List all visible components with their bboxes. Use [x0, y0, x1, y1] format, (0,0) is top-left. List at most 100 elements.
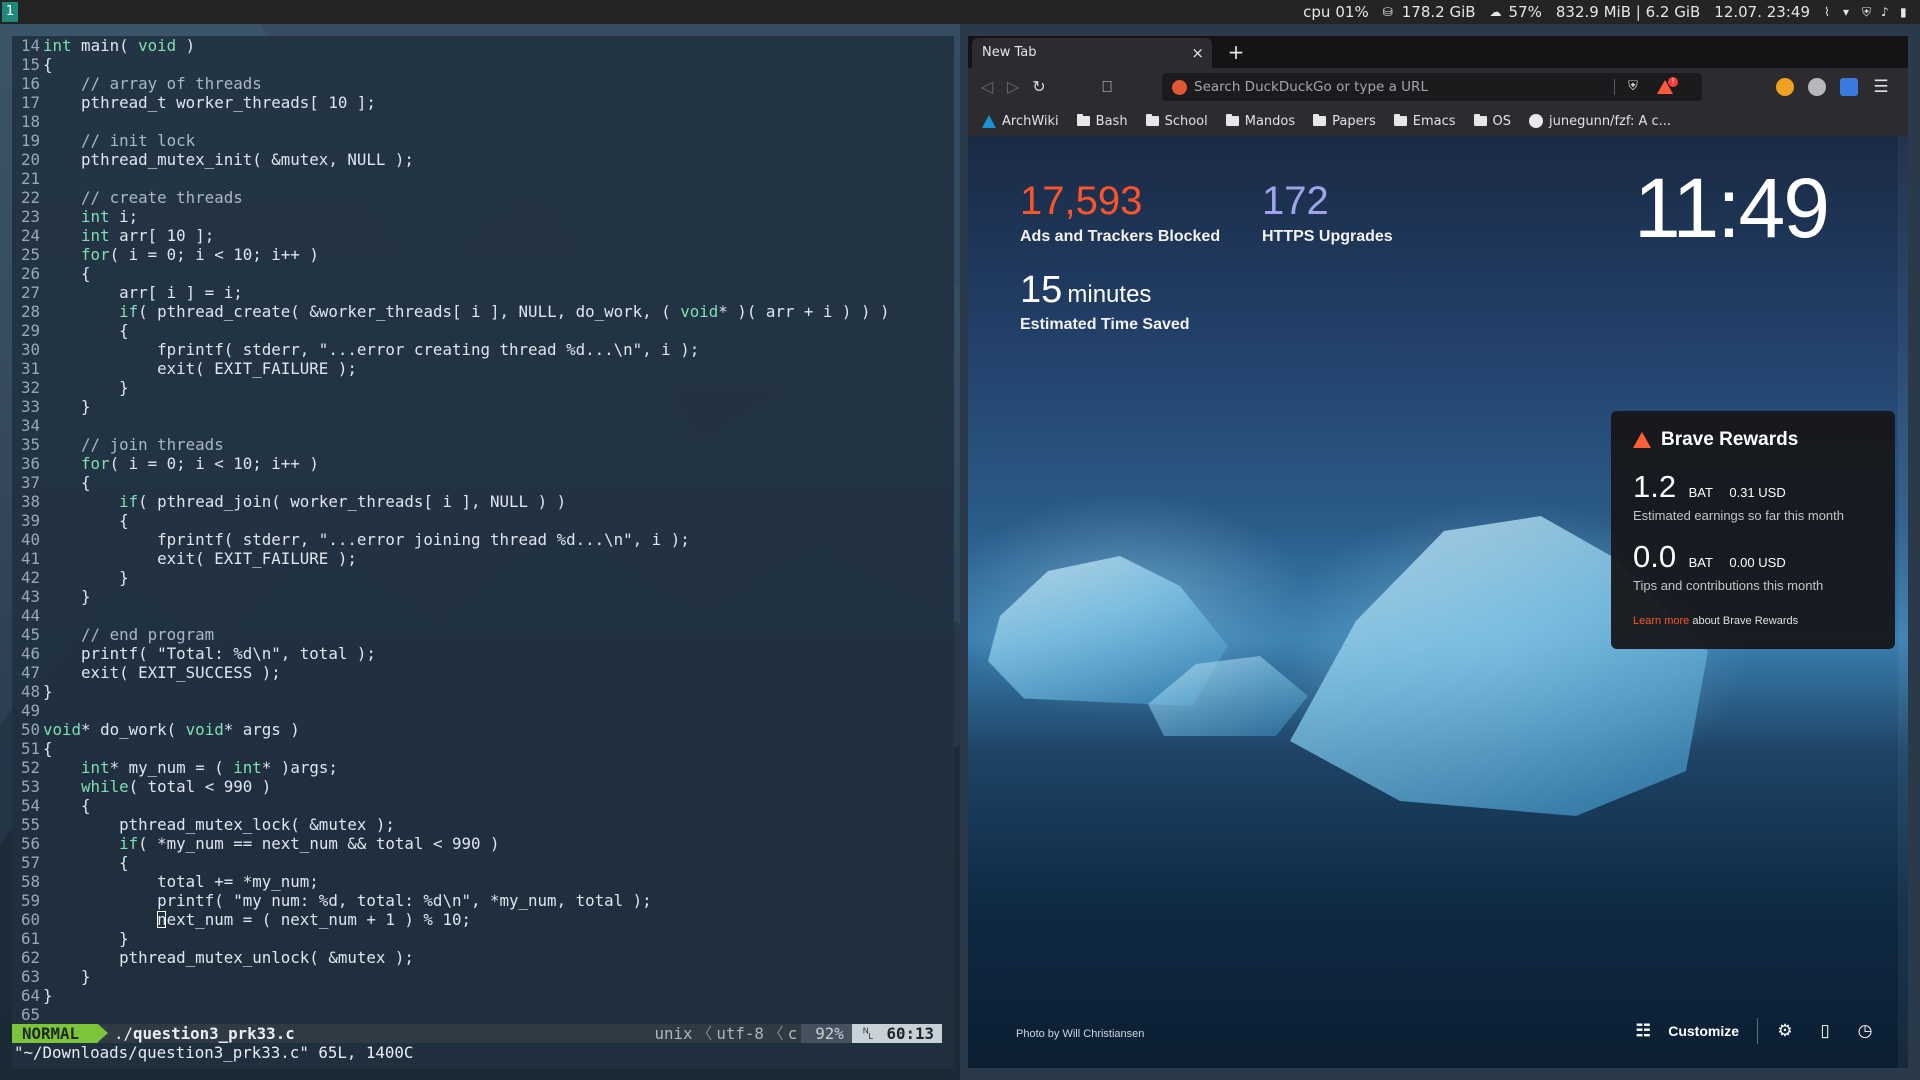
- code-line[interactable]: 42 }: [12, 568, 954, 587]
- code-line[interactable]: 48}: [12, 682, 954, 701]
- code-line[interactable]: 41 exit( EXIT_FAILURE );: [12, 549, 954, 568]
- code-line[interactable]: 31 exit( EXIT_FAILURE );: [12, 359, 954, 378]
- back-icon[interactable]: ◁: [974, 74, 1000, 100]
- code-line[interactable]: 36 for( i = 0; i < 10; i++ ): [12, 454, 954, 473]
- line-text: pthread_mutex_lock( &mutex );: [43, 815, 395, 834]
- bookmark-item[interactable]: Mandos: [1225, 114, 1295, 129]
- code-line[interactable]: 59 printf( "my num: %d, total: %d\n", *m…: [12, 891, 954, 910]
- code-line[interactable]: 52 int* my_num = ( int* )args;: [12, 758, 954, 777]
- vim-cmdline[interactable]: "~/Downloads/question3_prk33.c" 65L, 140…: [14, 1043, 944, 1062]
- code-line[interactable]: 60 next_num = ( next_num + 1 ) % 10;: [12, 910, 954, 929]
- bookmark-item[interactable]: Papers: [1313, 114, 1376, 129]
- history-icon[interactable]: ◷: [1852, 1018, 1878, 1044]
- workspace-indicator[interactable]: 1: [2, 2, 18, 22]
- address-bar[interactable]: ⛨ !: [1162, 73, 1702, 101]
- bookmark-item[interactable]: OS: [1473, 114, 1511, 129]
- memory-value: 832.9 MiB | 6.2 GiB: [1555, 3, 1701, 21]
- url-input[interactable]: [1194, 73, 1574, 101]
- code-line[interactable]: 50 void* do_work( void* args ): [12, 720, 954, 739]
- line-text: int* my_num = ( int* )args;: [81, 758, 338, 777]
- extension-duck-icon[interactable]: [1776, 78, 1794, 96]
- forward-icon[interactable]: ▷: [1000, 74, 1026, 100]
- brave-shield-icon[interactable]: ⛨: [1624, 78, 1642, 96]
- extension-compass-icon[interactable]: [1808, 78, 1826, 96]
- code-line[interactable]: 61 }: [12, 929, 954, 948]
- code-line[interactable]: 14 int main( void ): [12, 36, 954, 55]
- extension-translate-icon[interactable]: [1840, 78, 1858, 96]
- code-line[interactable]: 45 // end program: [12, 625, 954, 644]
- code-line[interactable]: 23 int i;: [12, 207, 954, 226]
- code-line[interactable]: 29 {: [12, 321, 954, 340]
- code-line[interactable]: 17 pthread_t worker_threads[ 10 ];: [12, 93, 954, 112]
- code-line[interactable]: 38 if( pthread_join( worker_threads[ i ]…: [12, 492, 954, 511]
- learn-more-link[interactable]: Learn more: [1633, 615, 1689, 627]
- code-line[interactable]: 30 fprintf( stderr, "...error creating t…: [12, 340, 954, 359]
- line-number: 59: [20, 891, 40, 910]
- code-line[interactable]: 16 // array of threads: [12, 74, 954, 93]
- shield-icon[interactable]: ⛨: [1862, 5, 1876, 19]
- code-line[interactable]: 62 pthread_mutex_unlock( &mutex );: [12, 948, 954, 967]
- code-line[interactable]: 39 {: [12, 511, 954, 530]
- code-line[interactable]: 63 }: [12, 967, 954, 986]
- bookmark-item[interactable]: ArchWiki: [982, 114, 1059, 129]
- code-line[interactable]: 46 printf( "Total: %d\n", total );: [12, 644, 954, 663]
- code-line[interactable]: 22 // create threads: [12, 188, 954, 207]
- brave-rewards-widget[interactable]: Brave Rewards 1.2 BAT 0.31 USD Estimated…: [1611, 411, 1895, 649]
- file-percent: 92%: [801, 1024, 852, 1043]
- code-line[interactable]: 49: [12, 701, 954, 720]
- code-line[interactable]: 57 {: [12, 853, 954, 872]
- wifi-icon[interactable]: ▾: [1843, 5, 1857, 19]
- bookmark-item[interactable]: School: [1145, 114, 1208, 129]
- hamburger-menu-icon[interactable]: ☰: [1868, 74, 1894, 100]
- code-line[interactable]: 15{: [12, 55, 954, 74]
- vim-terminal[interactable]: 14 int main( void ) 15{16 // array of thre…: [12, 36, 954, 1068]
- bookmark-item[interactable]: Emacs: [1393, 114, 1456, 129]
- new-tab-page: 17,593 Ads and Trackers Blocked 172 HTTP…: [968, 136, 1908, 1068]
- code-line[interactable]: 35 // join threads: [12, 435, 954, 454]
- code-line[interactable]: 18: [12, 112, 954, 131]
- reload-icon[interactable]: ↻: [1026, 74, 1052, 100]
- code-line[interactable]: 51{: [12, 739, 954, 758]
- code-line[interactable]: 40 fprintf( stderr, "...error joining th…: [12, 530, 954, 549]
- learn-more-rest: about Brave Rewards: [1692, 615, 1799, 627]
- code-line[interactable]: 25 for( i = 0; i < 10; i++ ): [12, 245, 954, 264]
- code-line[interactable]: 21: [12, 169, 954, 188]
- close-icon[interactable]: ×: [1191, 38, 1204, 68]
- volume-icon[interactable]: ♪: [1881, 5, 1895, 19]
- code-line[interactable]: 54 {: [12, 796, 954, 815]
- code-line[interactable]: 26 {: [12, 264, 954, 283]
- battery-icon[interactable]: ▮: [1900, 5, 1914, 19]
- code-line[interactable]: 20 pthread_mutex_init( &mutex, NULL );: [12, 150, 954, 169]
- code-line[interactable]: 44: [12, 606, 954, 625]
- tab-new-tab[interactable]: New Tab ×: [972, 38, 1212, 68]
- bookmark-item[interactable]: Bash: [1076, 114, 1128, 129]
- code-line[interactable]: 47 exit( EXIT_SUCCESS );: [12, 663, 954, 682]
- code-line[interactable]: 53 while( total < 990 ): [12, 777, 954, 796]
- code-line[interactable]: 37 {: [12, 473, 954, 492]
- attachment-icon[interactable]: ⌇: [1824, 5, 1838, 19]
- code-line[interactable]: 24 int arr[ 10 ];: [12, 226, 954, 245]
- code-line[interactable]: 64}: [12, 986, 954, 1005]
- code-line[interactable]: 58 total += *my_num;: [12, 872, 954, 891]
- customize-button[interactable]: ☷ Customize: [1630, 1018, 1758, 1044]
- settings-gear-icon[interactable]: ⚙: [1772, 1018, 1798, 1044]
- photographer-link[interactable]: Will Christiansen: [1062, 1028, 1144, 1040]
- code-line[interactable]: 28 if( pthread_create( &worker_threads[ …: [12, 302, 954, 321]
- bookmark-item[interactable]: junegunn/fzf: A c...: [1529, 114, 1671, 129]
- bookmark-label: junegunn/fzf: A c...: [1549, 113, 1672, 129]
- code-buffer[interactable]: 14 int main( void ) 15{16 // array of thre…: [12, 36, 954, 1024]
- code-line[interactable]: 19 // init lock: [12, 131, 954, 150]
- scrollbar[interactable]: [1898, 136, 1908, 1068]
- bookmarks-icon[interactable]: ▯: [1812, 1018, 1838, 1044]
- code-line[interactable]: 34: [12, 416, 954, 435]
- code-line[interactable]: 32 }: [12, 378, 954, 397]
- new-tab-button[interactable]: +: [1224, 38, 1248, 66]
- bookmark-icon[interactable]: ⎕: [1094, 74, 1120, 100]
- code-line[interactable]: 65: [12, 1005, 954, 1024]
- brave-rewards-icon[interactable]: !: [1656, 77, 1678, 97]
- code-line[interactable]: 27 arr[ i ] = i;: [12, 283, 954, 302]
- code-line[interactable]: 43 }: [12, 587, 954, 606]
- code-line[interactable]: 55 pthread_mutex_lock( &mutex );: [12, 815, 954, 834]
- code-line[interactable]: 33 }: [12, 397, 954, 416]
- code-line[interactable]: 56 if( *my_num == next_num && total < 99…: [12, 834, 954, 853]
